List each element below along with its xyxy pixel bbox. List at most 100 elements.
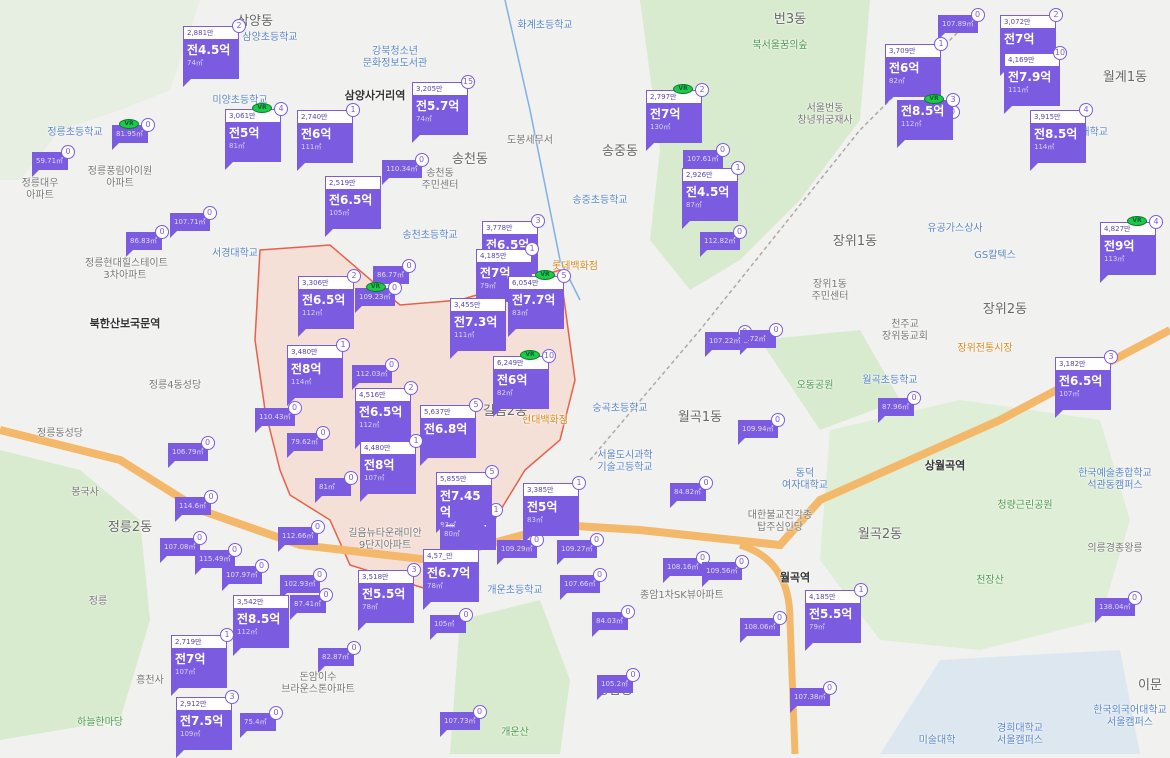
- listing-marker-small[interactable]: 107.38㎡ 0: [790, 681, 837, 713]
- listing-marker-small[interactable]: 107.08㎡ 0: [160, 531, 207, 563]
- marker-price: 전8억: [364, 458, 395, 472]
- place-label: 오동공원: [796, 380, 834, 391]
- listing-marker-small[interactable]: 114.6㎡ 0: [175, 490, 218, 522]
- price-per-pyeong: 3,205만: [412, 82, 468, 95]
- listing-marker-small[interactable]: 81.95㎡ 0 VR: [112, 118, 155, 150]
- listing-marker[interactable]: 6,054만 전7.7억 83㎡ 5 VR: [508, 269, 571, 337]
- listing-marker-small[interactable]: 109.27㎡ 0: [557, 533, 604, 565]
- listing-count-badge: 0: [61, 145, 75, 159]
- listing-marker-small[interactable]: 109.56㎡ 0: [702, 555, 749, 587]
- listing-marker[interactable]: 2,519만 전6.5억 105㎡: [325, 176, 381, 237]
- listing-marker[interactable]: 3,542만 전8.5억 112㎡: [233, 595, 289, 656]
- listing-marker[interactable]: 2,926만 전4.5억 87㎡ 1: [682, 161, 745, 229]
- listing-marker-small[interactable]: _.72㎡ 0: [740, 323, 783, 355]
- listing-marker[interactable]: 3,455만 전7.3억 111㎡: [450, 298, 506, 359]
- price-per-pyeong: 4,57_만: [423, 549, 479, 562]
- marker-pointer-icon: [740, 636, 747, 643]
- marker-price: 전6.8억: [424, 422, 468, 436]
- listing-marker[interactable]: 2,797만 전7억 130㎡ 2 VR: [646, 83, 709, 151]
- listing-marker-small[interactable]: 138.04㎡ 0: [1095, 591, 1142, 623]
- listing-marker-small[interactable]: 107.61㎡ 0: [683, 143, 730, 175]
- marker-pointer-icon: [702, 580, 709, 587]
- listing-marker[interactable]: 4,57_만 전6.7억 78㎡: [423, 549, 479, 610]
- listing-marker-small[interactable]: 75.4㎡ 0: [240, 706, 283, 738]
- listing-marker-small[interactable]: 110.34㎡ 0: [382, 153, 429, 185]
- listing-marker[interactable]: 3,518만 전5.5억 78㎡ 3: [358, 563, 421, 631]
- listing-marker-small[interactable]: 84.82㎡ 0: [670, 476, 713, 508]
- marker-area: 107㎡: [1059, 390, 1080, 398]
- listing-marker-small[interactable]: 107.71㎡ 0: [170, 206, 217, 238]
- listing-marker[interactable]: 5,637만 전6.8억 5: [420, 398, 483, 466]
- listing-marker-small[interactable]: 82.87㎡ 0: [318, 641, 361, 673]
- listing-marker[interactable]: 5,855만 전7.45억 83㎡ 5: [436, 465, 499, 533]
- listing-marker-small[interactable]: 105㎡ 0: [430, 608, 473, 640]
- marker-area: 87.96㎡: [882, 403, 910, 411]
- listing-marker-small[interactable]: 102.93㎡ 0: [280, 568, 327, 600]
- price-per-pyeong: 3,480만: [287, 345, 343, 358]
- listing-marker-small[interactable]: 87.41㎡ 0: [290, 588, 333, 620]
- price-per-pyeong: 5,637만: [420, 405, 476, 418]
- marker-area: 112.66㎡: [282, 532, 314, 540]
- listing-marker[interactable]: 4,827만 전9억 113㎡ 4 VR: [1100, 215, 1163, 283]
- listing-marker-small[interactable]: 108.16㎡ 0: [663, 551, 710, 583]
- marker-pointer-icon: [183, 79, 191, 87]
- listing-count-badge: 10: [542, 349, 556, 363]
- listing-marker[interactable]: 3,061만 전5억 81㎡ 4 VR: [225, 102, 288, 170]
- listing-marker-small[interactable]: 107.97㎡ 0: [222, 559, 269, 591]
- listing-count-badge: 0: [344, 471, 358, 485]
- listing-marker-small[interactable]: 108.06㎡ 0: [740, 611, 787, 643]
- listing-marker[interactable]: 2,719만 전7억 107㎡ 1: [171, 628, 234, 696]
- marker-pointer-icon: [360, 494, 368, 502]
- listing-marker-small[interactable]: 86.83㎡ 0: [126, 225, 169, 257]
- place-label: 대한불교진각종 탑주심인당: [747, 510, 813, 533]
- listing-count-badge: 5: [485, 465, 499, 479]
- listing-marker[interactable]: 3,915만 전8.5억 114㎡ 4: [1030, 103, 1093, 171]
- listing-marker-small[interactable]: 87.96㎡ 0: [878, 391, 921, 423]
- marker-body: 전5억 83㎡: [523, 496, 579, 536]
- marker-pointer-icon: [523, 536, 531, 544]
- listing-marker-small[interactable]: 106.79㎡ 0: [168, 436, 215, 468]
- marker-area: 80㎡: [444, 530, 460, 538]
- listing-marker[interactable]: 3,182만 전6.5억 107㎡ 3: [1055, 350, 1118, 418]
- listing-marker[interactable]: 2,912만 전7.5억 109㎡ 3: [176, 690, 239, 758]
- listing-marker-small[interactable]: 109.23㎡ 0 VR: [355, 281, 402, 313]
- listing-marker-small[interactable]: 84.03㎡ 0: [592, 605, 635, 637]
- listing-marker-small[interactable]: 107.22㎡0: [705, 325, 752, 357]
- listing-marker[interactable]: 3,480만 전8억 114㎡ 1: [287, 338, 350, 406]
- listing-marker-small[interactable]: 109.94㎡ 0: [738, 413, 785, 445]
- place-label: GS칼텍스: [974, 250, 1016, 261]
- listing-marker-small[interactable]: 112.66㎡ 0: [278, 520, 325, 552]
- listing-marker-small[interactable]: 110.43㎡ 0: [255, 401, 302, 433]
- listing-marker-small[interactable]: 81㎡ 0: [315, 471, 358, 503]
- listing-marker-small[interactable]: 79.62㎡ 0: [287, 426, 330, 458]
- listing-marker[interactable]: 4,516만 전6.5억 112㎡ 2: [355, 381, 418, 449]
- listing-marker-small[interactable]: 59.71㎡ 0: [32, 145, 75, 177]
- listing-marker[interactable]: 3,205만 전5.7억 74㎡ 15: [412, 75, 475, 143]
- marker-area: 107.08㎡: [164, 543, 196, 551]
- listing-count-badge: 0: [770, 413, 785, 427]
- listing-marker[interactable]: 4,185만 전5.5억 79㎡ 1: [805, 583, 868, 651]
- listing-marker-small[interactable]: 107.66㎡ 0: [560, 568, 607, 600]
- listing-marker[interactable]: 3,709만 전6억 82㎡ 1: [885, 37, 948, 105]
- listing-marker[interactable]: 4,169만 전7.9억 111㎡ 10: [1004, 46, 1067, 114]
- listing-marker[interactable]: 3,385만 전5억 83㎡ 1: [523, 476, 586, 544]
- listing-marker[interactable]: 4,480만 전8억 107㎡ 1: [360, 434, 423, 502]
- marker-area: 114㎡: [1034, 143, 1055, 151]
- listing-marker[interactable]: 전8.5억 112㎡ 3 VR: [897, 93, 960, 148]
- listing-marker[interactable]: 6,249만 전6억 82㎡ 10 VR: [493, 349, 556, 417]
- vr-badge-icon: VR: [119, 119, 139, 129]
- marker-area: 110.43㎡: [259, 413, 291, 421]
- marker-pointer-icon: [315, 496, 322, 503]
- listing-marker-small[interactable]: 112.03㎡ 0: [352, 358, 399, 390]
- listing-marker-small[interactable]: 107.89㎡ 0: [938, 8, 985, 40]
- place-label: 화계초등학교: [517, 20, 573, 31]
- marker-price: 전6.5억: [302, 293, 346, 307]
- listing-marker[interactable]: 2,881만 전4.5억 74㎡ 2: [183, 19, 246, 87]
- listing-marker[interactable]: 3,306만 전6.5억 112㎡ 2: [298, 269, 361, 337]
- listing-marker-small[interactable]: 112.82㎡ 0: [700, 225, 747, 257]
- listing-marker[interactable]: 2,740만 전6억 111㎡ 1: [297, 103, 360, 171]
- marker-area: 83㎡: [440, 521, 456, 529]
- listing-marker-small[interactable]: 107.73㎡ 0: [440, 705, 487, 737]
- place-label: 월곡초등학교: [862, 375, 918, 386]
- listing-marker-small[interactable]: 105.2㎡ 0: [597, 668, 640, 700]
